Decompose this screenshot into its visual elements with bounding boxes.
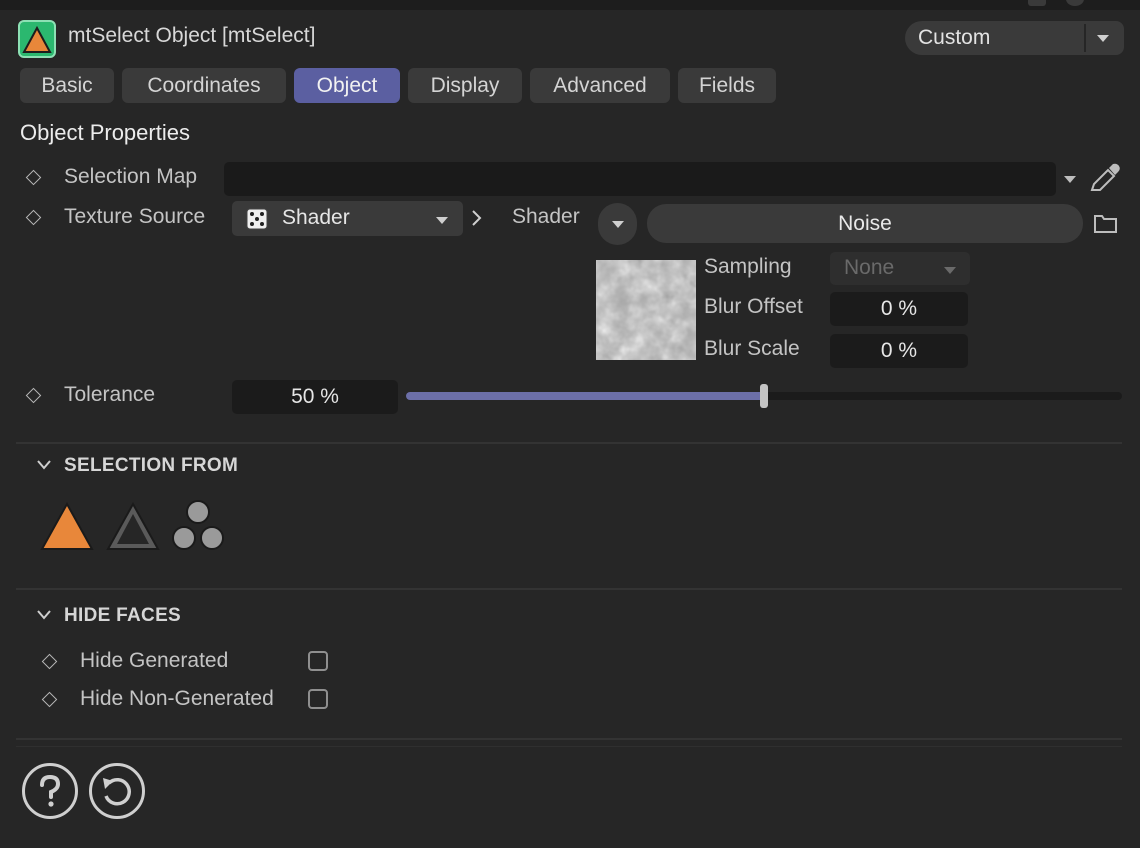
keyframe-diamond-icon[interactable]	[25, 387, 42, 404]
help-icon	[40, 774, 61, 807]
sampling-dropdown[interactable]: None	[830, 252, 970, 285]
texture-source-value: Shader	[282, 206, 350, 229]
eyedropper-icon[interactable]	[1088, 162, 1122, 194]
divider	[16, 442, 1122, 444]
reset-button[interactable]	[89, 763, 145, 819]
shader-label: Shader	[512, 205, 580, 228]
texture-source-label: Texture Source	[64, 205, 206, 228]
tab-coordinates[interactable]: Coordinates	[122, 68, 286, 103]
divider	[16, 588, 1122, 590]
tolerance-slider-fill	[406, 392, 764, 400]
selection-map-label: Selection Map	[64, 165, 198, 188]
tab-object[interactable]: Object	[294, 68, 400, 103]
triangle-object-icon	[18, 20, 56, 58]
tolerance-label: Tolerance	[64, 383, 156, 406]
shader-name-button[interactable]: Noise	[647, 204, 1083, 243]
blur-offset-field[interactable]: 0 %	[830, 292, 968, 326]
chevron-down-icon[interactable]	[1062, 175, 1078, 185]
window-menu-icon[interactable]	[1028, 0, 1046, 6]
divider	[16, 746, 1122, 747]
preset-separator	[1084, 24, 1086, 52]
selection-from-title: SELECTION FROM	[64, 455, 239, 476]
section-title: Object Properties	[20, 120, 190, 145]
preset-dropdown[interactable]: Custom	[905, 21, 1124, 55]
polygon-filled-icon[interactable]	[38, 500, 96, 552]
keyframe-diamond-icon[interactable]	[25, 169, 42, 186]
tab-display[interactable]: Display	[408, 68, 522, 103]
help-button[interactable]	[22, 763, 78, 819]
polygon-outline-icon[interactable]	[104, 500, 162, 552]
noise-preview-thumbnail	[596, 260, 696, 360]
blur-offset-label: Blur Offset	[704, 295, 803, 318]
window-settings-icon[interactable]	[1066, 0, 1084, 6]
tab-fields[interactable]: Fields	[678, 68, 776, 103]
chevron-right-icon[interactable]	[470, 208, 484, 228]
shader-menu-button[interactable]	[598, 203, 637, 245]
chevron-down-icon[interactable]	[36, 609, 52, 621]
tab-basic[interactable]: Basic	[20, 68, 114, 103]
chevron-down-icon	[612, 221, 624, 228]
hide-faces-title: HIDE FACES	[64, 605, 182, 626]
keyframe-diamond-icon[interactable]	[41, 653, 58, 670]
points-icon[interactable]	[170, 498, 228, 554]
blur-scale-label: Blur Scale	[704, 337, 800, 360]
hide-generated-label: Hide Generated	[80, 649, 229, 672]
blur-scale-field[interactable]: 0 %	[830, 334, 968, 368]
folder-icon[interactable]	[1093, 212, 1119, 234]
keyframe-diamond-icon[interactable]	[41, 691, 58, 708]
hide-generated-checkbox[interactable]	[308, 651, 328, 671]
shader-dice-icon	[246, 208, 268, 230]
tolerance-slider[interactable]	[406, 384, 1122, 408]
chevron-down-icon[interactable]	[36, 459, 52, 471]
sampling-value: None	[844, 256, 895, 279]
chevron-down-icon[interactable]	[1095, 32, 1111, 44]
object-title: mtSelect Object [mtSelect]	[68, 24, 316, 47]
preset-label: Custom	[918, 26, 991, 49]
hide-non-generated-label: Hide Non-Generated	[80, 687, 274, 710]
sampling-label: Sampling	[704, 255, 792, 278]
tolerance-slider-handle[interactable]	[760, 384, 768, 408]
hide-non-generated-checkbox[interactable]	[308, 689, 328, 709]
divider	[16, 738, 1122, 740]
selection-map-field[interactable]	[224, 162, 1056, 196]
texture-source-dropdown[interactable]: Shader	[232, 201, 463, 236]
chevron-down-icon	[436, 217, 448, 224]
window-top-strip	[0, 0, 1140, 10]
reset-icon	[103, 778, 131, 806]
tab-advanced[interactable]: Advanced	[530, 68, 670, 103]
keyframe-diamond-icon[interactable]	[25, 209, 42, 226]
chevron-down-icon	[944, 267, 956, 274]
tolerance-field[interactable]: 50 %	[232, 380, 398, 414]
